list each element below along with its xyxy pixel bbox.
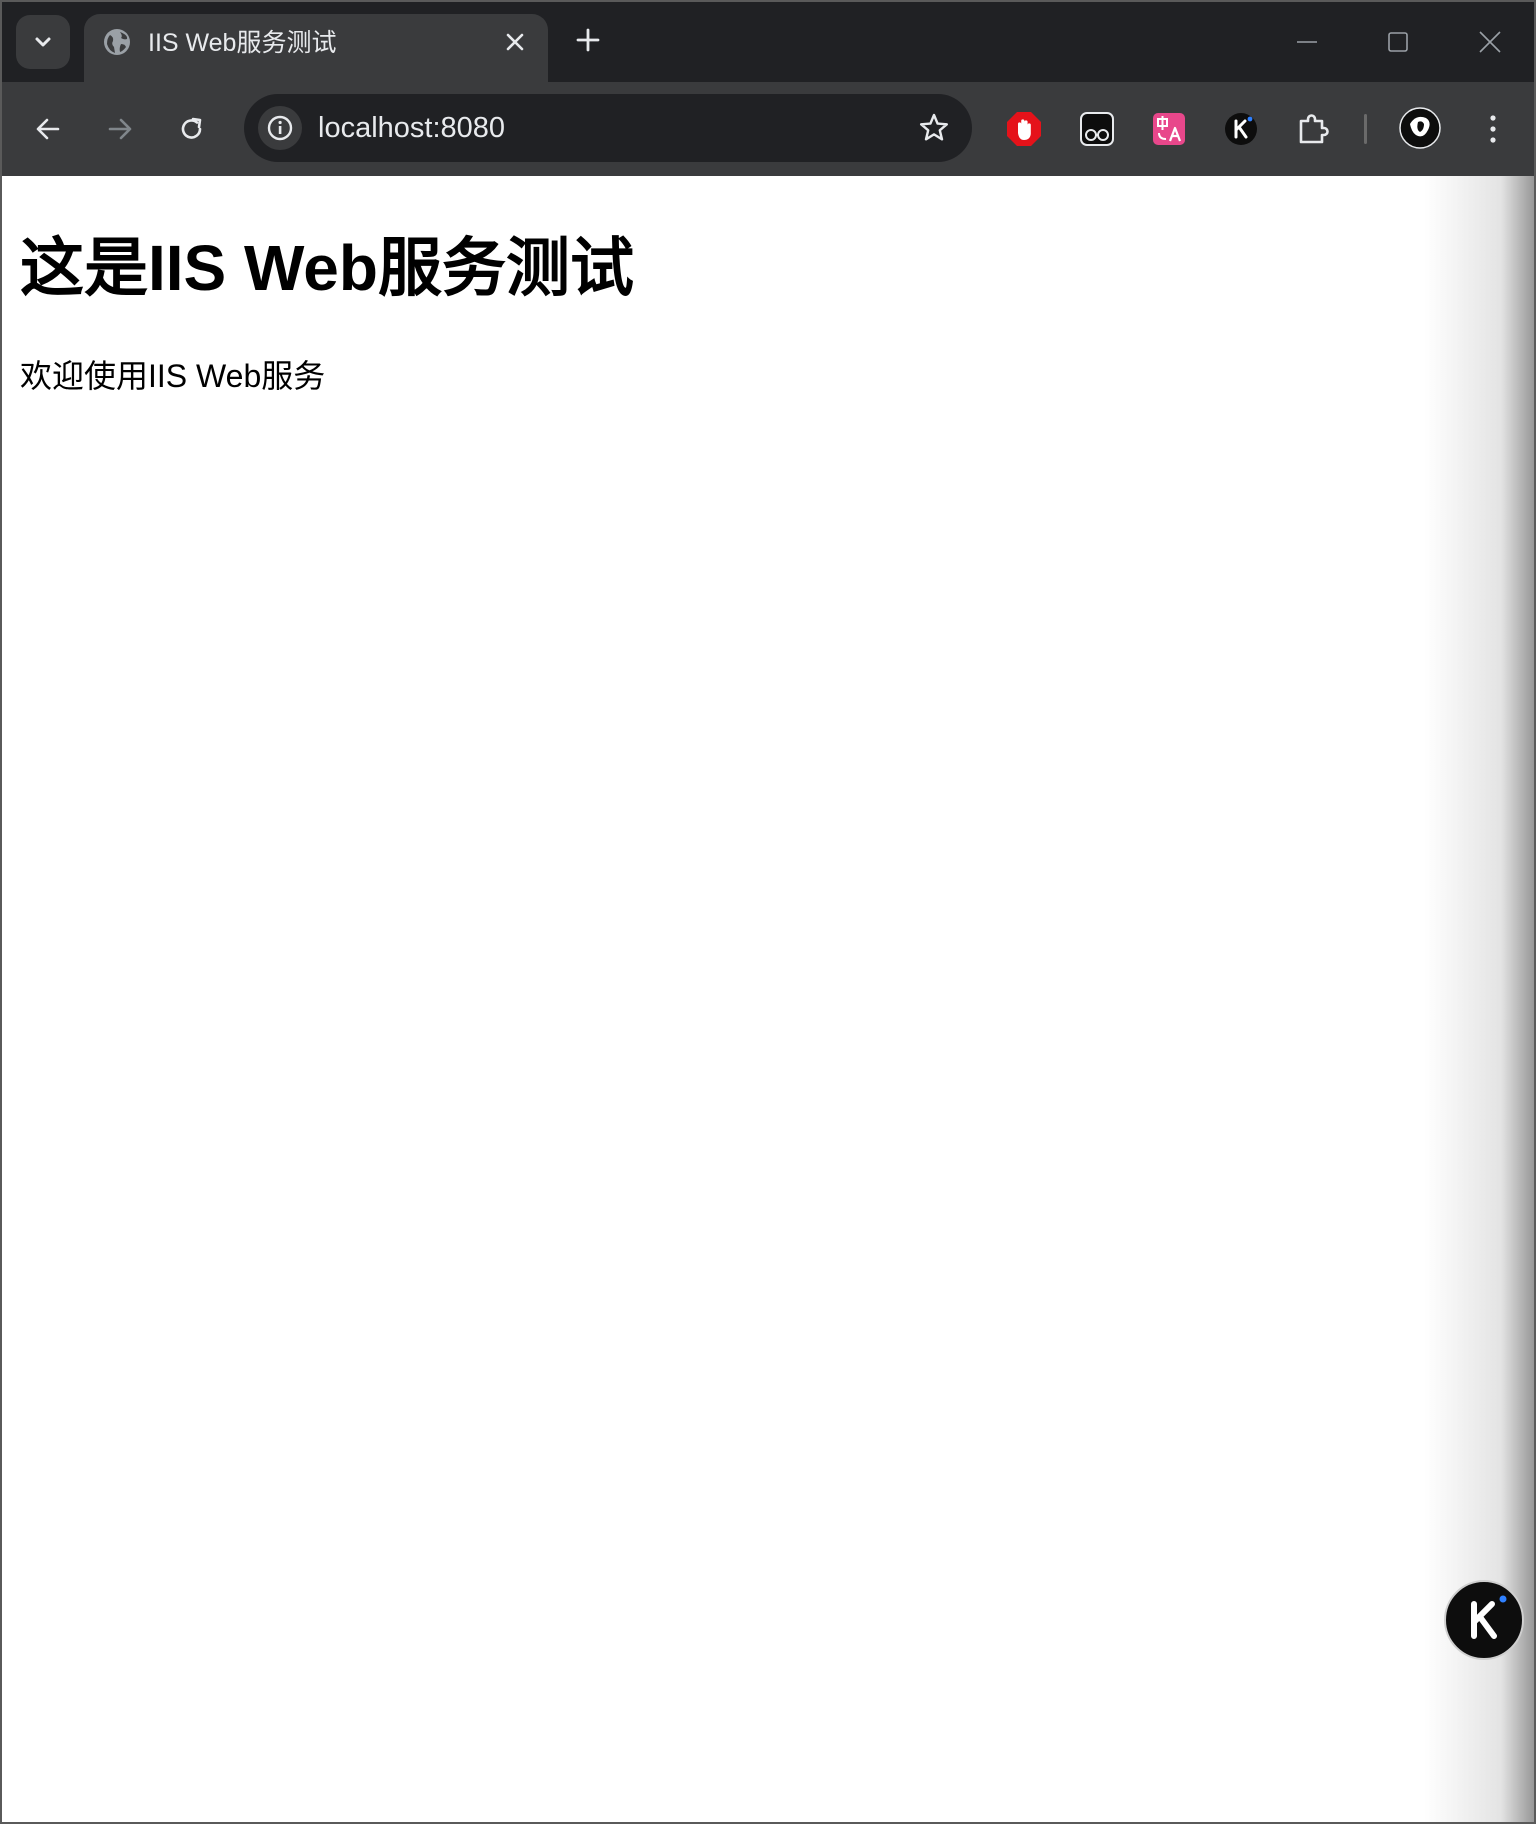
more-vertical-icon <box>1490 115 1496 143</box>
browser-toolbar: localhost:8080 <box>2 82 1534 176</box>
plus-icon <box>576 28 600 52</box>
close-tab-button[interactable] <box>500 27 530 57</box>
new-tab-button[interactable] <box>570 22 606 58</box>
translate-extension-button[interactable] <box>1150 110 1188 148</box>
window-close-button[interactable] <box>1470 22 1510 62</box>
glasses-icon <box>1080 112 1114 146</box>
arrow-right-icon <box>108 118 132 140</box>
bookmark-button[interactable] <box>916 110 952 146</box>
forward-button[interactable] <box>98 107 142 151</box>
floating-k-button[interactable] <box>1444 1580 1524 1660</box>
url-text[interactable]: localhost:8080 <box>318 110 505 146</box>
k-logo-icon <box>1225 113 1257 145</box>
chevron-down-icon <box>35 37 51 47</box>
active-tab[interactable]: IIS Web服务测试 <box>84 14 548 82</box>
k-logo-icon <box>1471 1595 1507 1639</box>
minimize-icon <box>1297 41 1317 43</box>
page-paragraph: 欢迎使用IIS Web服务 <box>20 358 326 394</box>
tab-search-button[interactable] <box>16 15 70 69</box>
side-panel-shadow <box>1424 176 1534 1822</box>
puzzle-icon <box>1299 114 1329 144</box>
tab-strip: IIS Web服务测试 <box>2 2 1534 82</box>
adblock-extension-button[interactable] <box>1005 110 1043 148</box>
reload-icon <box>181 117 202 139</box>
translate-icon <box>1153 113 1185 145</box>
browser-window: IIS Web服务测试 localhost:8080 这是IIS Web服务测试… <box>0 0 1536 1824</box>
extensions-button[interactable] <box>1294 110 1332 148</box>
minimize-button[interactable] <box>1287 22 1327 62</box>
maximize-button[interactable] <box>1378 22 1418 62</box>
info-icon <box>267 115 293 141</box>
glasses-extension-button[interactable] <box>1078 110 1116 148</box>
site-info-button[interactable] <box>258 106 302 150</box>
adblock-hand-icon <box>1007 112 1041 146</box>
address-bar[interactable]: localhost:8080 <box>244 94 972 162</box>
tab-title: IIS Web服务测试 <box>148 29 337 57</box>
page-content: 这是IIS Web服务测试 欢迎使用IIS Web服务 <box>2 176 1534 1822</box>
profile-avatar-button[interactable] <box>1398 106 1442 150</box>
star-icon <box>920 113 948 141</box>
avatar-icon <box>1399 107 1441 149</box>
arrow-left-icon <box>36 118 60 140</box>
close-icon <box>506 33 524 51</box>
globe-icon <box>104 29 130 55</box>
maximize-icon <box>1388 32 1408 52</box>
back-button[interactable] <box>26 107 70 151</box>
browser-menu-button[interactable] <box>1474 110 1512 148</box>
page-heading: 这是IIS Web服务测试 <box>20 232 634 304</box>
reload-button[interactable] <box>170 107 214 151</box>
toolbar-divider <box>1364 114 1367 144</box>
k-extension-button[interactable] <box>1222 110 1260 148</box>
window-close-icon <box>1479 31 1501 53</box>
